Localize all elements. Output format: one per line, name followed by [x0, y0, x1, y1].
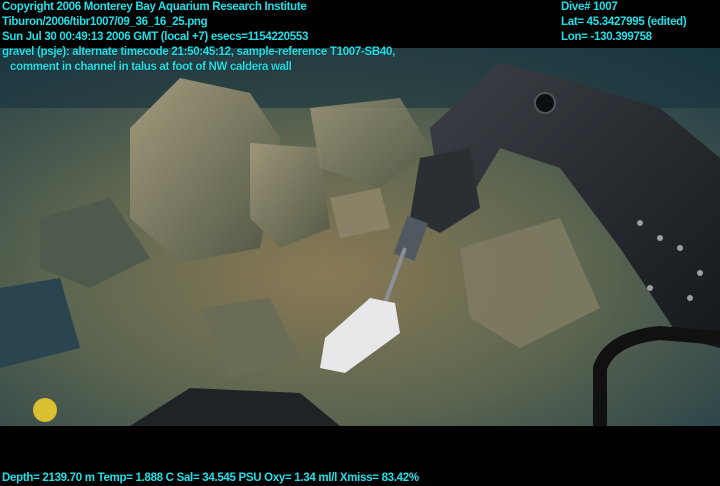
longitude: Lon= -130.399758: [561, 31, 652, 43]
rov-frame: Copyright 2006 Monterey Bay Aquarium Res…: [0, 0, 720, 486]
comment-line-1: gravel (psje): alternate timecode 21:50:…: [2, 46, 395, 58]
latitude: Lat= 45.3427995 (edited): [561, 16, 687, 28]
dive-number: Dive# 1007: [561, 1, 618, 13]
comment-line-2: comment in channel in talus at foot of N…: [10, 61, 292, 73]
seafloor-photo: [0, 48, 720, 426]
header-right-overlay: Dive# 1007 Lat= 45.3427995 (edited) Lon=…: [561, 0, 687, 45]
file-path-text: Tiburon/2006/tibr1007/09_36_16_25.png: [2, 16, 208, 28]
datetime-text: Sun Jul 30 00:49:13 2006 GMT (local +7) …: [2, 31, 309, 43]
sensor-readout: Depth= 2139.70 m Temp= 1.888 C Sal= 34.5…: [2, 472, 419, 484]
yellow-object: [33, 398, 57, 422]
header-left-overlay: Copyright 2006 Monterey Bay Aquarium Res…: [2, 0, 395, 75]
copyright-text: Copyright 2006 Monterey Bay Aquarium Res…: [2, 1, 307, 13]
